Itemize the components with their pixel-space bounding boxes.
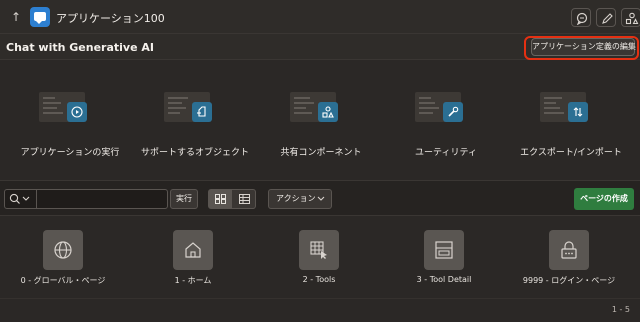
page-label: 9999 - ログイン・ページ <box>522 276 616 285</box>
edit-tools-button[interactable] <box>596 8 616 27</box>
page-list: 0 - グローバル・ページ 1 - ホーム 2 - Tools 3 - Tool… <box>0 216 640 298</box>
form-icon <box>424 230 464 270</box>
search-icon <box>9 193 30 204</box>
card-label: サポートするオブジェクト <box>140 148 249 158</box>
search-input[interactable] <box>38 190 168 208</box>
arrows-updown-icon <box>568 102 588 122</box>
page-label: 3 - Tool Detail <box>416 275 472 284</box>
actions-label: アクション <box>276 194 316 203</box>
document-icon <box>192 102 212 122</box>
footer: 1 - 5 <box>0 298 640 322</box>
page-toolbar: 実行 アクション ページの作成 <box>0 180 640 216</box>
search-column-dropdown[interactable] <box>5 190 37 208</box>
up-arrow-icon[interactable]: ↑ <box>9 10 23 24</box>
page-item[interactable]: 0 - グローバル・ページ <box>0 230 126 290</box>
comment-icon <box>576 12 588 25</box>
create-page-button[interactable]: ページの作成 <box>574 188 634 210</box>
shapes-icon <box>625 12 639 25</box>
card-label: アプリケーションの実行 <box>20 148 120 158</box>
app-title: アプリケーション100 <box>56 12 165 25</box>
page-label: 0 - グローバル・ページ <box>20 276 106 285</box>
home-icon <box>173 230 213 270</box>
application-actions: アプリケーションの実行 サポートするオブジェクト 共有コンポーネント ユーティリ… <box>0 60 640 180</box>
play-icon <box>67 102 87 122</box>
card-label: 共有コンポーネント <box>280 148 362 158</box>
page-label: 1 - ホーム <box>174 276 212 285</box>
card-run-application[interactable]: アプリケーションの実行 <box>5 86 135 170</box>
card-supporting-objects[interactable]: サポートするオブジェクト <box>130 86 260 170</box>
wrench-icon <box>443 102 463 122</box>
lock-icon <box>549 230 589 270</box>
app-icon <box>30 7 50 27</box>
page-title: Chat with Generative AI <box>6 41 154 54</box>
pencil-icon <box>602 13 613 24</box>
comment-button[interactable] <box>571 8 591 27</box>
record-count: 1 - 5 <box>611 305 630 314</box>
report-view-button[interactable] <box>233 190 256 208</box>
card-label: エクスポート/インポート <box>520 148 622 158</box>
run-button[interactable]: 実行 <box>170 189 198 209</box>
page-item[interactable]: 1 - ホーム <box>130 230 256 290</box>
grid-icon <box>215 194 226 204</box>
card-utilities[interactable]: ユーティリティ <box>381 86 511 170</box>
page-item[interactable]: 9999 - ログイン・ページ <box>506 230 632 290</box>
highlight-annotation <box>524 36 639 60</box>
shapes-icon <box>318 102 338 122</box>
page-item[interactable]: 3 - Tool Detail <box>381 230 507 290</box>
card-shared-components[interactable]: 共有コンポーネント <box>256 86 386 170</box>
page-item[interactable]: 2 - Tools <box>256 230 382 290</box>
top-bar: ↑ アプリケーション100 <box>0 0 640 34</box>
shared-components-button[interactable] <box>621 8 640 27</box>
card-export-import[interactable]: エクスポート/インポート <box>506 86 636 170</box>
chevron-down-icon <box>317 196 325 201</box>
actions-menu-button[interactable]: アクション <box>268 189 332 209</box>
view-toggle <box>208 189 256 209</box>
search-box <box>4 189 168 209</box>
grid-pointer-icon <box>299 230 339 270</box>
page-label: 2 - Tools <box>302 275 336 284</box>
card-label: ユーティリティ <box>415 148 477 158</box>
table-icon <box>239 194 250 204</box>
globe-icon <box>43 230 83 270</box>
icon-view-button[interactable] <box>209 190 232 208</box>
